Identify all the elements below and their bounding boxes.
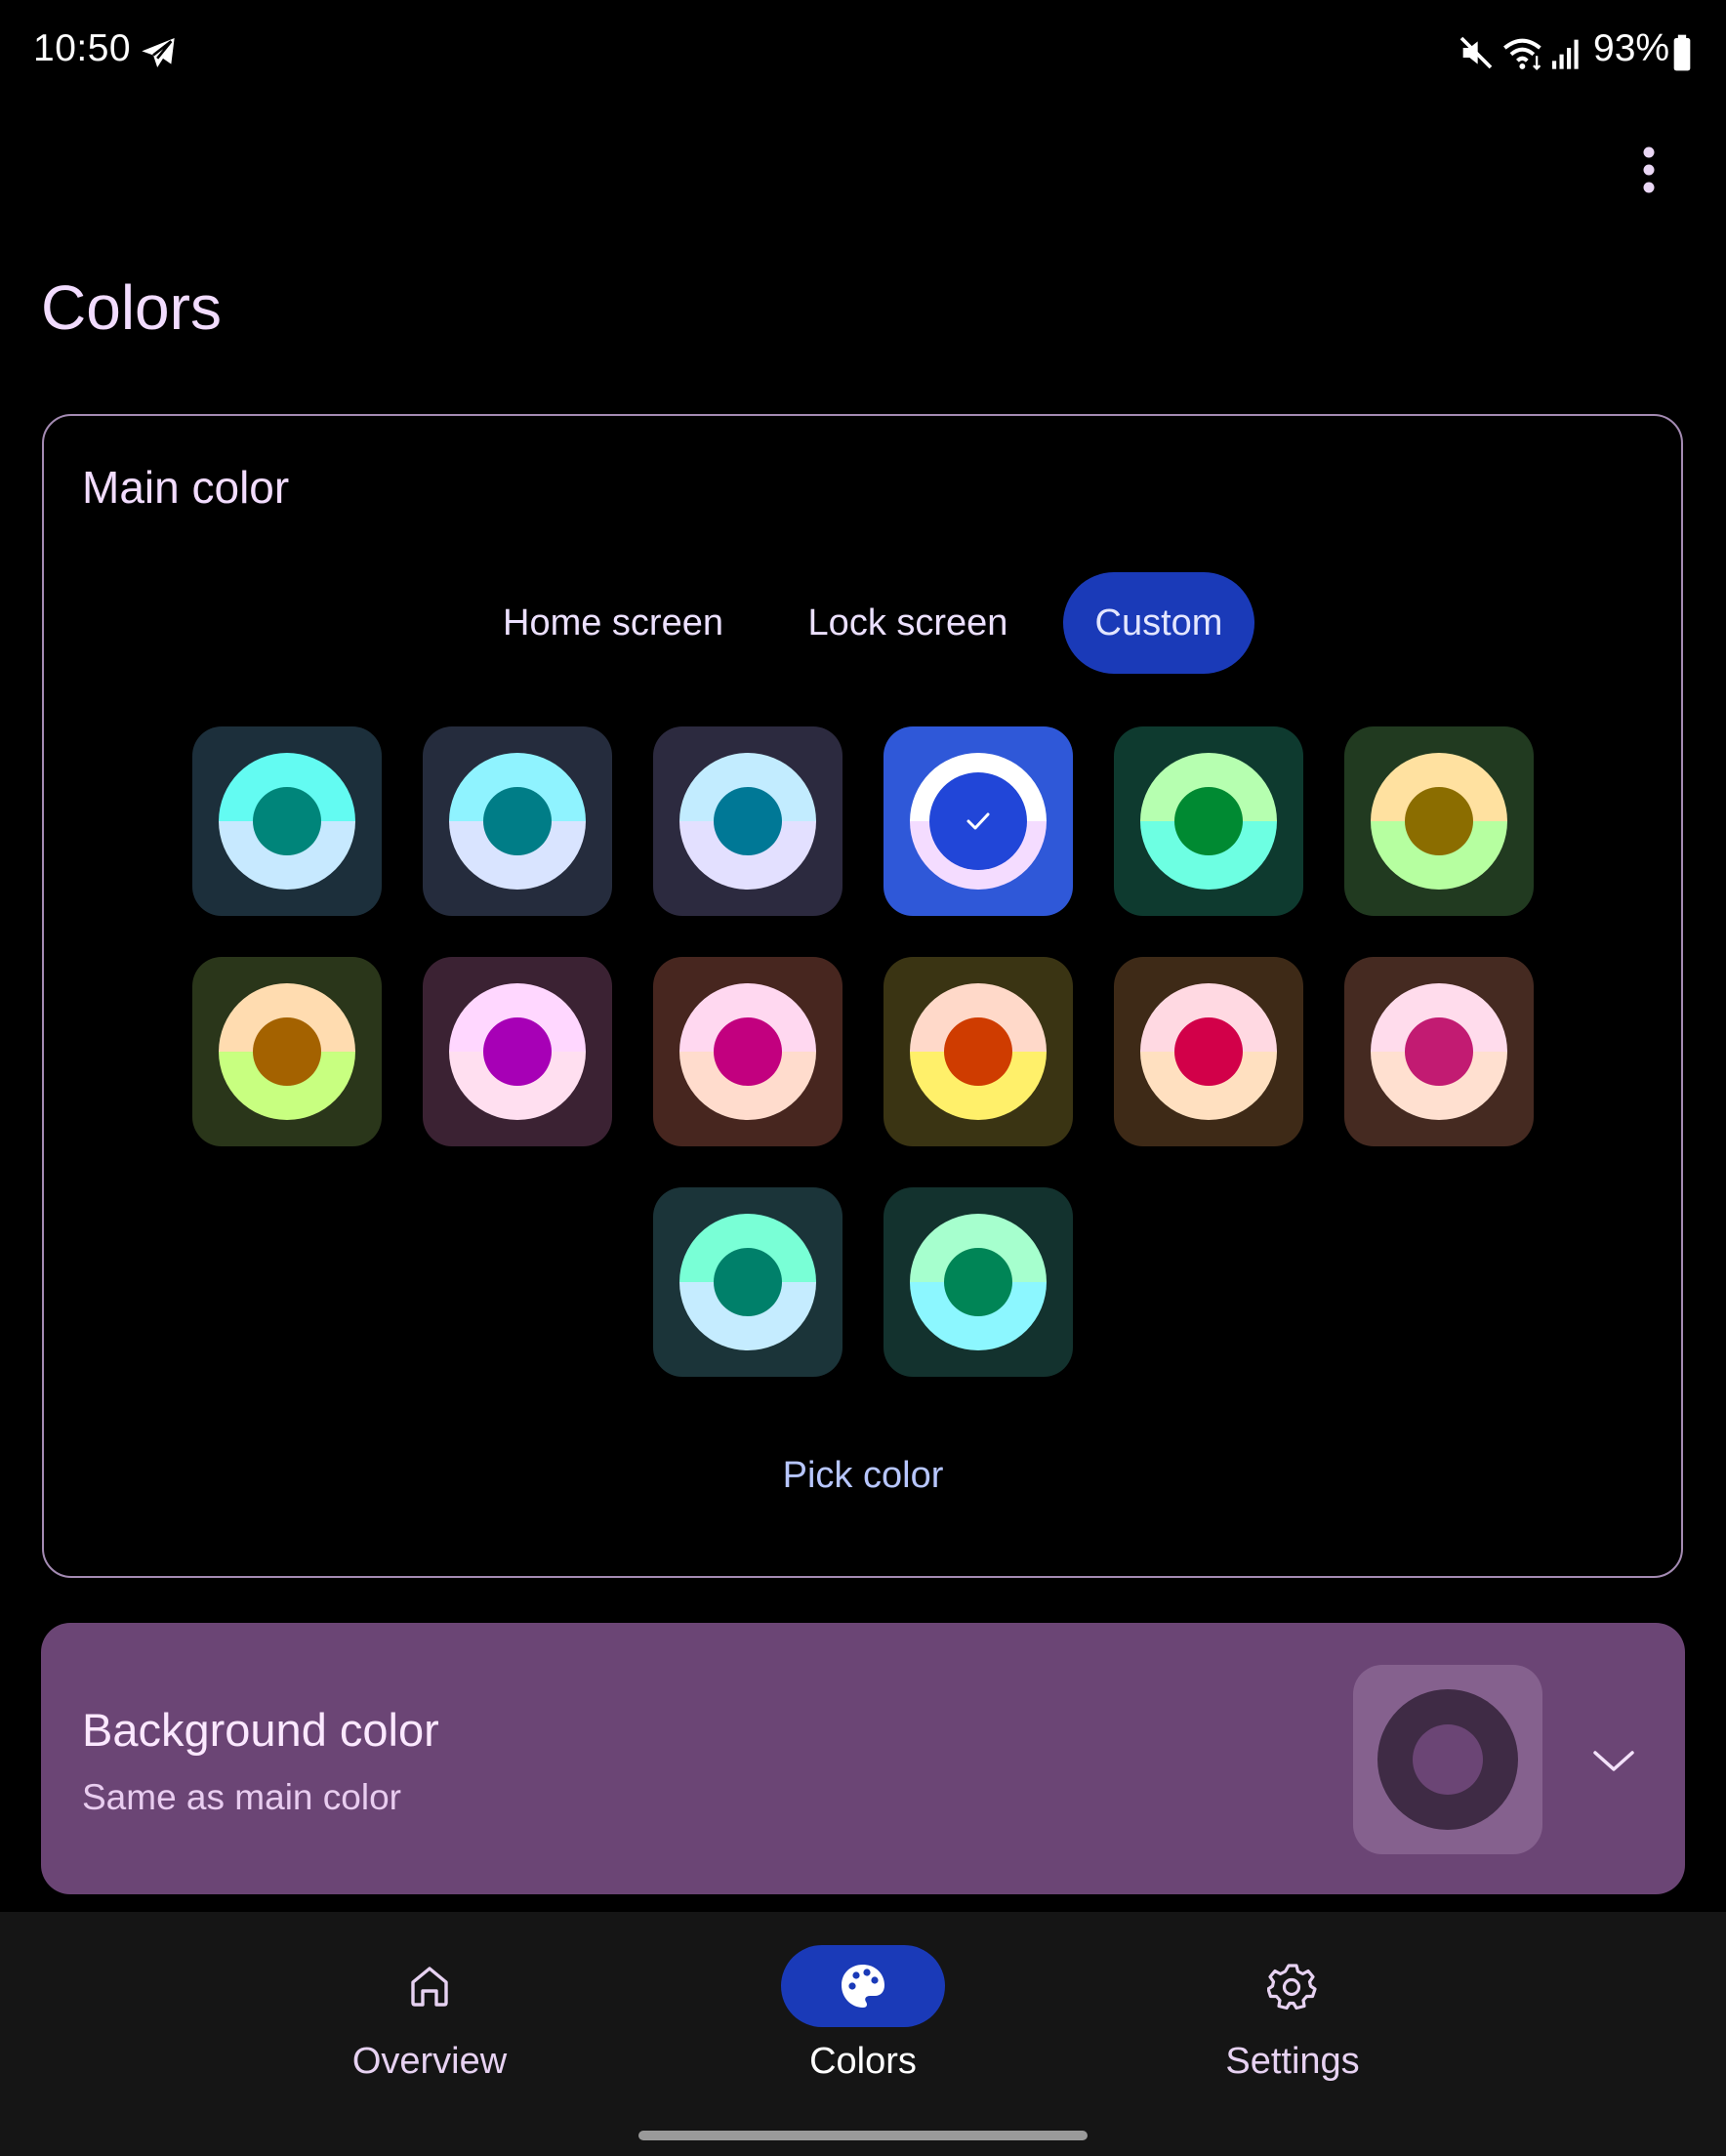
swatch-ring [679,753,816,890]
swatch-core [1405,787,1473,855]
swatch-core [714,787,782,855]
nav-overview[interactable]: Overview [303,1943,556,2090]
battery-percentage: 93% [1593,27,1670,69]
nav-overview-label: Overview [351,2041,508,2082]
swatch-ring [1371,753,1507,890]
mute-icon [1459,36,1493,69]
swatch-core [944,1248,1012,1316]
color-swatch[interactable] [423,726,612,916]
battery-icon [1673,34,1691,71]
main-color-title: Main color [82,462,290,513]
swatch-ring [449,983,586,1120]
color-swatch[interactable] [653,1187,842,1377]
swatch-ring [1140,753,1277,890]
swatch-core [253,1017,321,1086]
swatch-core [483,1017,552,1086]
swatch-core [944,1017,1012,1086]
home-gesture-bar [638,2131,1088,2140]
color-swatch[interactable] [884,726,1073,916]
gear-icon [1267,1964,1317,2011]
swatch-ring [910,753,1047,890]
background-color-title: Background color [82,1704,439,1756]
nav-colors[interactable]: Colors [736,1943,990,2090]
swatch-ring [910,983,1047,1120]
check-icon [966,812,990,830]
status-time: 10:50 [33,27,132,69]
color-swatch[interactable] [423,957,612,1146]
palette-icon [842,1965,884,2008]
nav-settings[interactable]: Settings [1166,1943,1419,2090]
nav-colors-label: Colors [809,2041,917,2082]
tab-lock-screen[interactable]: Lock screen [789,572,1027,674]
swatch-ring [449,753,586,890]
swatch-ring [679,983,816,1120]
color-swatch[interactable] [192,726,382,916]
color-swatch[interactable] [1114,726,1303,916]
color-swatch[interactable] [653,957,842,1146]
swatch-ring [1371,983,1507,1120]
swatch-core [1174,1017,1243,1086]
telegram-icon [142,38,175,67]
swatch-ring [910,1214,1047,1350]
nav-settings-label: Settings [1225,2041,1360,2082]
background-color-subtitle: Same as main color [82,1777,401,1817]
swatch-core [1174,787,1243,855]
color-swatch[interactable] [884,1187,1073,1377]
more-vert-icon[interactable] [1624,139,1673,201]
wifi-icon [1503,38,1541,71]
color-swatch[interactable] [1344,957,1534,1146]
tab-home-screen[interactable]: Home screen [488,572,738,674]
color-swatch[interactable] [884,957,1073,1146]
chevron-down-icon[interactable] [1589,1736,1638,1785]
page-title: Colors [41,272,222,343]
background-preview-core [1413,1724,1483,1795]
signal-icon [1552,39,1579,69]
color-swatch[interactable] [1114,957,1303,1146]
swatch-ring [219,753,355,890]
home-icon [411,1967,448,2007]
color-swatch[interactable] [1344,726,1534,916]
swatch-core [714,1248,782,1316]
swatch-core [714,1017,782,1086]
swatch-ring [679,1214,816,1350]
color-swatch[interactable] [192,957,382,1146]
tab-custom[interactable]: Custom [1063,572,1254,674]
swatch-core [1405,1017,1473,1086]
swatch-core [483,787,552,855]
swatch-core [929,772,1027,870]
swatch-core [253,787,321,855]
pick-color-button[interactable]: Pick color [586,1455,1140,1506]
swatch-ring [219,983,355,1120]
color-swatch[interactable] [653,726,842,916]
swatch-ring [1140,983,1277,1120]
